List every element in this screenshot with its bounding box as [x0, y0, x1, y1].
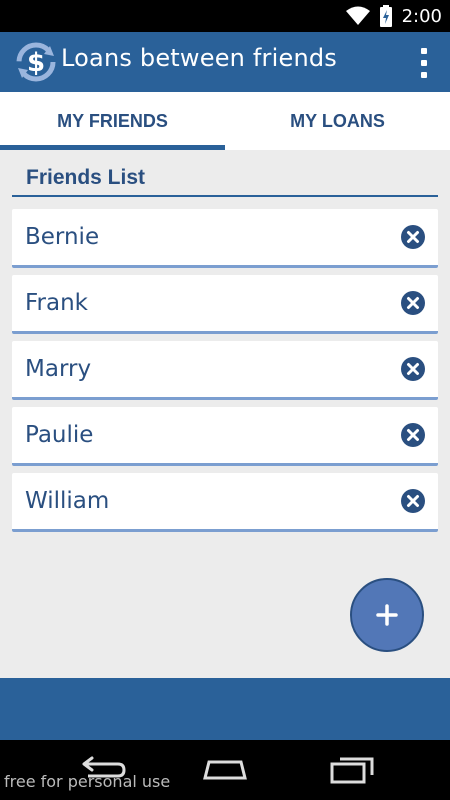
status-bar: 2:00	[0, 0, 450, 32]
recents-icon[interactable]	[322, 754, 382, 786]
tab-my-friends[interactable]: MY FRIENDS	[0, 92, 225, 150]
tab-my-loans[interactable]: MY LOANS	[225, 92, 450, 150]
plus-icon	[376, 604, 398, 626]
status-icons: 2:00	[345, 5, 442, 27]
friends-list: Bernie Frank Marry Paulie William	[12, 209, 438, 539]
section-divider	[12, 195, 438, 197]
app-bar: $ Loans between friends	[0, 32, 450, 92]
friend-name: William	[25, 488, 110, 514]
battery-icon	[379, 5, 392, 27]
list-item[interactable]: Frank	[12, 275, 438, 334]
list-item[interactable]: Paulie	[12, 407, 438, 466]
add-friend-button[interactable]	[350, 578, 424, 652]
list-item[interactable]: Bernie	[12, 209, 438, 268]
close-circle-icon[interactable]	[401, 291, 425, 315]
dollar-refresh-icon: $	[16, 42, 56, 82]
close-circle-icon[interactable]	[401, 225, 425, 249]
bottom-bar	[0, 678, 450, 740]
home-icon[interactable]	[195, 754, 255, 786]
friend-name: Bernie	[25, 224, 100, 250]
friend-name: Frank	[25, 290, 89, 316]
close-circle-icon[interactable]	[401, 357, 425, 381]
close-circle-icon[interactable]	[401, 489, 425, 513]
friend-name: Paulie	[25, 422, 94, 448]
status-time: 2:00	[401, 5, 442, 27]
section-title: Friends List	[26, 166, 146, 189]
list-item[interactable]: William	[12, 473, 438, 532]
svg-text:$: $	[27, 48, 45, 78]
friend-name: Marry	[25, 356, 92, 382]
watermark-text: free for personal use	[4, 772, 171, 791]
overflow-menu-icon[interactable]	[418, 48, 430, 78]
list-item[interactable]: Marry	[12, 341, 438, 400]
navigation-bar: free for personal use	[0, 740, 450, 800]
friends-list-header: Friends List	[12, 164, 438, 197]
tab-bar: MY FRIENDS MY LOANS	[0, 92, 450, 150]
wifi-icon	[345, 6, 370, 25]
app-title: Loans between friends	[61, 44, 337, 72]
close-circle-icon[interactable]	[401, 423, 425, 447]
